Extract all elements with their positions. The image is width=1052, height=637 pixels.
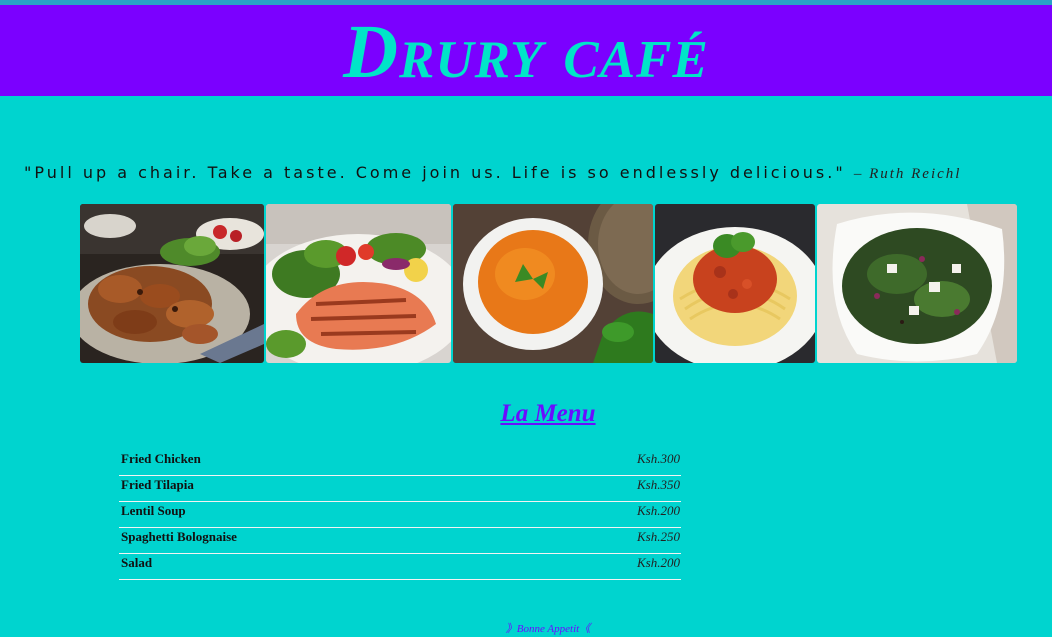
grilled-chicken-photo [80, 204, 264, 363]
lentil-soup-photo [453, 204, 653, 363]
table-row: Lentil Soup Ksh.200 [119, 501, 681, 528]
menu-item-name: Spaghetti Bolognaise [119, 527, 238, 554]
salad-photo [817, 204, 1017, 363]
menu-item-price: Ksh.350 [237, 475, 681, 502]
quote-text: "Pull up a chair. Take a taste. Come joi… [24, 163, 846, 182]
menu-item-price: Ksh.250 [237, 527, 681, 554]
menu-item-name: Fried Chicken [119, 450, 238, 476]
menu-item-price: Ksh.300 [237, 450, 681, 476]
menu-item-price: Ksh.200 [237, 553, 681, 580]
menu-table: Fried Chicken Ksh.300 Fried Tilapia Ksh.… [119, 450, 681, 580]
menu-item-name: Lentil Soup [119, 501, 238, 528]
food-gallery [80, 204, 1020, 363]
site-header: Drury café [0, 5, 1052, 96]
table-row: Spaghetti Bolognaise Ksh.250 [119, 527, 681, 554]
spaghetti-bolognaise-photo [655, 204, 815, 363]
grilled-salmon-photo [266, 204, 451, 363]
bonne-appetit-note: 》Bonne Appetit《 [505, 623, 591, 635]
table-row: Fried Chicken Ksh.300 [119, 450, 681, 476]
menu-title: La Menu [500, 400, 596, 427]
quote-author: – Ruth Reichl [853, 166, 962, 182]
menu-item-name: Fried Tilapia [119, 475, 238, 502]
menu-item-name: Salad [119, 553, 238, 580]
site-title: Drury café [343, 10, 709, 94]
table-row: Fried Tilapia Ksh.350 [119, 475, 681, 502]
table-row: Salad Ksh.200 [119, 553, 681, 580]
quote: "Pull up a chair. Take a taste. Come joi… [24, 163, 1024, 183]
menu-item-price: Ksh.200 [237, 501, 681, 528]
